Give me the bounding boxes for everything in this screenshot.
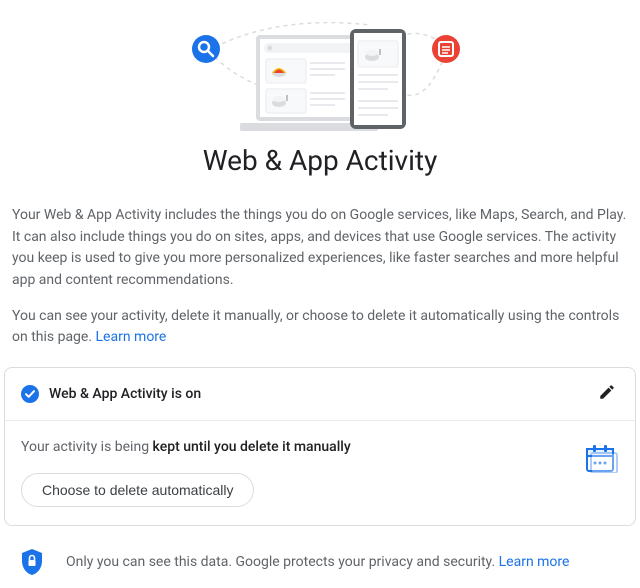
privacy-text-prefix: Only you can see this data. Google prote… [66,554,499,570]
description-para-2: You can see your activity, delete it man… [12,306,628,349]
description-block: Your Web & App Activity includes the thi… [0,205,640,349]
devices-illustration [160,7,480,135]
check-icon [21,385,39,403]
retention-prefix: Your activity is being [21,439,153,455]
pencil-icon [598,383,616,405]
hero-illustration-area [0,0,640,134]
auto-delete-button[interactable]: Choose to delete automatically [21,473,254,507]
page-title: Web & App Activity [0,144,640,177]
card-body: Your activity is being kept until you de… [5,421,635,525]
activity-card: Web & App Activity is on Your activity i… [4,367,636,526]
retention-bold: kept until you delete it manually [153,439,351,455]
search-icon [192,35,220,63]
edit-button[interactable] [595,382,619,406]
learn-more-link[interactable]: Learn more [96,329,167,345]
retention-text: Your activity is being kept until you de… [21,439,619,455]
document-icon [432,35,460,63]
privacy-row: Only you can see this data. Google prote… [0,526,640,582]
privacy-text: Only you can see this data. Google prote… [66,554,569,570]
shield-lock-icon [20,548,44,576]
privacy-learn-more-link[interactable]: Learn more [499,554,570,570]
activity-status: Web & App Activity is on [49,386,595,402]
phone-illustration [350,29,406,129]
description-para-1: Your Web & App Activity includes the thi… [12,205,628,292]
calendar-icon [585,443,619,473]
card-header: Web & App Activity is on [5,368,635,421]
